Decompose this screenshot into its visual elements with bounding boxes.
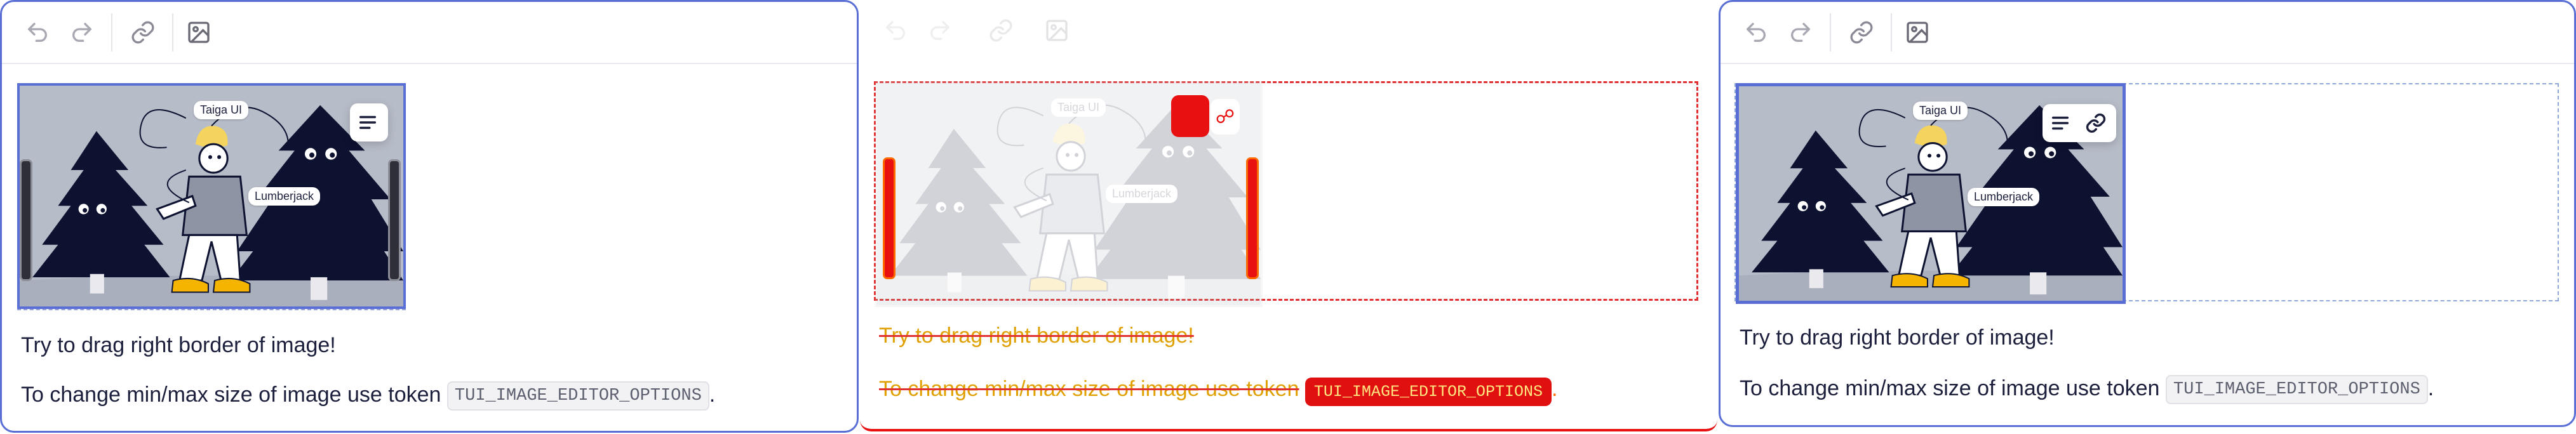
hint-drag: Try to drag right border of image! xyxy=(879,324,1194,348)
hint-token: To change min/max size of image use toke… xyxy=(1740,375,2434,404)
toolbar-divider xyxy=(172,13,173,51)
image-icon[interactable] xyxy=(1901,16,1934,49)
image-label-lumberjack: Lumberjack xyxy=(1968,188,2040,206)
redo-icon[interactable] xyxy=(923,14,956,47)
undo-icon[interactable] xyxy=(879,14,912,47)
image-label-lumberjack: Lumberjack xyxy=(248,187,321,206)
image-icon[interactable] xyxy=(1040,14,1073,47)
image-label-taiga: Taiga UI xyxy=(1051,98,1106,117)
resize-handle-left[interactable] xyxy=(20,159,32,281)
image-float-toolbar xyxy=(2043,104,2116,142)
editor-toolbar xyxy=(1721,2,2574,64)
undo-icon[interactable] xyxy=(21,16,54,49)
token-code: TUI_IMAGE_EDITOR_OPTIONS xyxy=(1305,378,1552,406)
token-code: TUI_IMAGE_EDITOR_OPTIONS xyxy=(2165,375,2428,404)
image-label-lumberjack: Lumberjack xyxy=(1106,185,1178,203)
toolbar-divider xyxy=(111,13,112,51)
hint-drag: Try to drag right border of image! xyxy=(21,333,336,357)
image-icon[interactable] xyxy=(182,16,215,49)
hint-drag: Try to drag right border of image! xyxy=(1740,326,2055,350)
hint-token: To change min/max size of image use toke… xyxy=(21,381,715,411)
hint-token-suffix: . xyxy=(709,382,716,407)
redo-icon[interactable] xyxy=(1784,16,1817,49)
error-outline xyxy=(860,420,1717,431)
align-icon[interactable] xyxy=(2043,104,2078,142)
link-icon[interactable] xyxy=(984,14,1017,47)
link-icon[interactable] xyxy=(1845,16,1878,49)
editor-image[interactable]: Taiga UI Lumberjack xyxy=(17,83,406,309)
hint-token-prefix: To change min/max size of image use toke… xyxy=(879,377,1299,401)
toolbar-divider xyxy=(1891,13,1892,51)
align-icon[interactable] xyxy=(1171,95,1209,137)
editor-panel-2: Taiga UI Lumberjack ☍ Try to drag right … xyxy=(860,0,1717,434)
editor-toolbar xyxy=(860,0,1717,61)
resize-handle-right[interactable] xyxy=(388,159,401,281)
align-icon[interactable] xyxy=(350,103,386,141)
resize-handle-right[interactable] xyxy=(1246,157,1259,279)
undo-icon[interactable] xyxy=(1740,16,1773,49)
hint-token-suffix: . xyxy=(2427,376,2434,400)
hint-token-suffix: . xyxy=(1551,377,1558,401)
hint-token: To change min/max size of image use toke… xyxy=(879,377,1557,406)
image-float-toolbar xyxy=(350,103,388,141)
redo-icon[interactable] xyxy=(65,16,98,49)
editor-image[interactable]: Taiga UI Lumberjack xyxy=(1736,83,2126,304)
editor-toolbar xyxy=(2,2,857,64)
link-icon[interactable] xyxy=(2078,104,2114,142)
link-icon[interactable] xyxy=(126,16,159,49)
image-bottom-guide xyxy=(17,309,406,310)
resize-handle-left[interactable] xyxy=(883,157,896,279)
toolbar-divider xyxy=(1830,13,1831,51)
image-label-taiga: Taiga UI xyxy=(1913,102,1968,120)
link-icon[interactable]: ☍ xyxy=(1211,99,1240,135)
hint-token-prefix: To change min/max size of image use toke… xyxy=(1740,376,2160,400)
hint-token-prefix: To change min/max size of image use toke… xyxy=(21,382,441,407)
editor-panel-3: Taiga UI Lumberjack Try to drag right bo… xyxy=(1719,0,2576,427)
token-code: TUI_IMAGE_EDITOR_OPTIONS xyxy=(446,381,709,411)
image-label-taiga: Taiga UI xyxy=(194,101,249,119)
editor-panel-1: Taiga UI Lumberjack Try to drag right bo… xyxy=(0,0,859,433)
